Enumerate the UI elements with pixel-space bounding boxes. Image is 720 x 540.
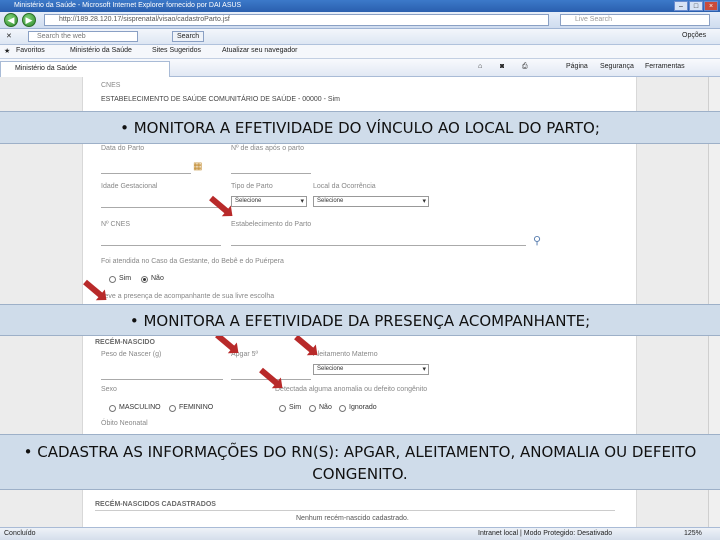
back-icon[interactable]: ◀	[4, 13, 18, 27]
status-bar: Concluído Intranet local | Modo Protegid…	[0, 527, 720, 540]
sexo-masculino-label: MASCULINO	[119, 404, 161, 411]
aleitamento-select[interactable]: Selecione	[313, 364, 429, 375]
anomalia-sim-radio[interactable]	[279, 405, 286, 412]
dias-apos-parto-label: Nº de dias após o parto	[231, 145, 304, 152]
zoom-level[interactable]: 125%	[684, 530, 702, 537]
atendido-sim-label: Sim	[119, 275, 132, 282]
estabelecimento-input[interactable]	[231, 245, 526, 246]
feeds-icon[interactable]: ◙	[500, 63, 504, 70]
tipo-parto-label: Tipo de Parto	[231, 183, 273, 190]
sexo-label: Sexo	[101, 386, 117, 393]
idade-gestacional-input[interactable]	[101, 207, 221, 208]
cnes-num-label: Nº CNES	[101, 221, 131, 228]
anomalia-label: Detectada alguma anomalia ou defeito con…	[275, 386, 428, 393]
toolbar-search-button[interactable]: Search	[172, 31, 205, 42]
estabelecimento-label: Estabelecimento do Parto	[231, 221, 312, 228]
atendido-nao-radio[interactable]	[141, 276, 148, 283]
banner-acompanhante: • MONITORA A EFETIVIDADE DA PRESENÇA ACO…	[0, 304, 720, 336]
data-parto-input[interactable]	[101, 173, 191, 174]
local-ocorrencia-select[interactable]: Selecione	[313, 196, 429, 207]
close-button[interactable]: ×	[704, 1, 718, 11]
atendido-nao-label: Não	[151, 275, 164, 282]
banner-rn: • CADASTRA AS INFORMAÇÕES DO RN(S): APGA…	[0, 434, 720, 490]
peso-nascer-label: Peso de Nascer (g)	[101, 351, 162, 358]
atendido-sim-radio[interactable]	[109, 276, 116, 283]
tab-ministerio[interactable]: Ministério da Saúde	[0, 61, 170, 77]
sexo-feminino-radio[interactable]	[169, 405, 176, 412]
anomalia-nao-radio[interactable]	[309, 405, 316, 412]
menu-pagina[interactable]: Página	[566, 63, 588, 70]
pointer-arrow-icon	[259, 367, 280, 387]
local-ocorrencia-label: Local da Ocorrência	[313, 183, 376, 190]
atendido-label: Foi atendida no Caso da Gestante, do Beb…	[101, 258, 284, 265]
pointer-arrow-icon	[83, 279, 104, 299]
status-text: Concluído	[4, 530, 36, 537]
sexo-masculino-radio[interactable]	[109, 405, 116, 412]
print-icon[interactable]: ⎙	[522, 63, 528, 71]
rn-cadastrados-heading: RECÉM-NASCIDOS CADASTRADOS	[95, 501, 216, 508]
favorite-atualizar[interactable]: Atualizar seu navegador	[222, 47, 298, 54]
search-toolbar: ✕ Search the web Search Opções	[0, 29, 720, 45]
menu-ferramentas[interactable]: Ferramentas	[645, 63, 685, 70]
favorites-bar: ★ Favoritos Ministério da Saúde Sites Su…	[0, 45, 720, 59]
home-icon[interactable]: ⌂	[478, 63, 482, 70]
close-toolbar-icon[interactable]: ✕	[6, 32, 12, 40]
window-title-bar: Ministério da Saúde - Microsoft Internet…	[0, 0, 720, 12]
live-search-input[interactable]: Live Search	[560, 14, 710, 26]
security-zone[interactable]: Intranet local | Modo Protegido: Desativ…	[478, 530, 612, 537]
dias-apos-parto-input[interactable]	[231, 173, 311, 174]
favorite-ministerio[interactable]: Ministério da Saúde	[70, 47, 132, 54]
window-title: Ministério da Saúde - Microsoft Internet…	[14, 2, 242, 9]
pointer-arrow-icon	[294, 334, 315, 354]
url-input[interactable]: http://189.28.120.17/sisprenatal/visao/c…	[44, 14, 549, 26]
favorite-sites-sugeridos[interactable]: Sites Sugeridos	[152, 47, 201, 54]
aleitamento-label: Aleitamento Materno	[313, 351, 378, 358]
cnes-num-input[interactable]	[101, 245, 221, 246]
anomalia-ignorado-radio[interactable]	[339, 405, 346, 412]
tab-bar: Ministério da Saúde ⌂ ◙ ⎙ Página Seguran…	[0, 59, 720, 77]
calendar-icon[interactable]: ▦	[193, 161, 202, 172]
minimize-button[interactable]: –	[674, 1, 688, 11]
cnes-value[interactable]: ESTABELECIMENTO DE SAÚDE COMUNITÁRIO DE …	[101, 96, 340, 103]
sexo-feminino-label: FEMININO	[179, 404, 214, 411]
options-link[interactable]: Opções	[682, 32, 706, 39]
anomalia-sim-label: Sim	[289, 404, 302, 411]
cnes-label: CNES	[101, 82, 121, 89]
anomalia-nao-label: Não	[319, 404, 332, 411]
forward-icon[interactable]: ▶	[22, 13, 36, 27]
favorites-star-icon[interactable]: ★	[4, 47, 10, 55]
idade-gestacional-label: Idade Gestacional	[101, 183, 158, 190]
search-icon[interactable]: ⚲	[533, 234, 541, 247]
maximize-button[interactable]: □	[689, 1, 703, 11]
rn-divider	[95, 510, 615, 511]
address-bar: ◀ ▶ http://189.28.120.17/sisprenatal/vis…	[0, 12, 720, 29]
peso-nascer-input[interactable]	[101, 379, 223, 380]
obito-label: Óbito Neonatal	[101, 420, 148, 427]
data-parto-label: Data do Parto	[101, 145, 145, 152]
nenhum-rn-text: Nenhum recém-nascido cadastrado.	[296, 515, 409, 522]
favorites-label[interactable]: Favoritos	[16, 47, 45, 54]
menu-seguranca[interactable]: Segurança	[600, 63, 634, 70]
tipo-parto-select[interactable]: Selecione	[231, 196, 307, 207]
banner-vinculo: • MONITORA A EFETIVIDADE DO VÍNCULO AO L…	[0, 111, 720, 144]
anomalia-ignorado-label: Ignorado	[349, 404, 377, 411]
toolbar-search-input[interactable]: Search the web	[28, 31, 138, 42]
acompanhante-label: Teve a presença de acompanhante de sua l…	[101, 293, 275, 300]
pointer-arrow-icon	[209, 195, 230, 215]
recem-nascido-heading: RECÉM-NASCIDO	[95, 339, 155, 346]
